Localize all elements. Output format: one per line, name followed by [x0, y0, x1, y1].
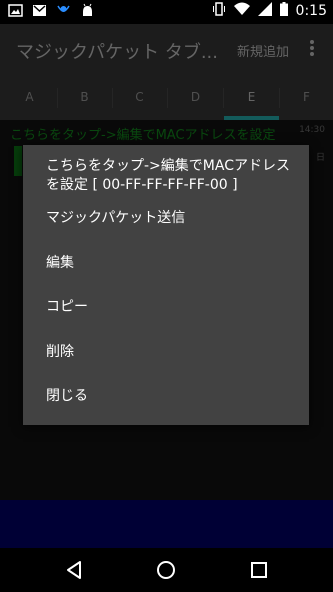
home-icon[interactable]	[155, 559, 177, 581]
copy-item[interactable]: コピー	[23, 284, 309, 328]
context-menu-dialog: こちらをタップ->編集でMACアドレスを設定 [ 00-FF-FF-FF-FF-…	[23, 145, 309, 425]
system-icons: 0:15	[212, 2, 327, 20]
clock: 0:15	[295, 3, 327, 19]
edit-item[interactable]: 編集	[23, 240, 309, 284]
android-notification-icon	[80, 3, 95, 18]
mail-notification-icon	[32, 3, 47, 18]
battery-icon	[279, 2, 288, 20]
menu-item-label: 閉じる	[46, 388, 88, 404]
close-item[interactable]: 閉じる	[23, 373, 309, 417]
recents-icon[interactable]	[248, 559, 270, 581]
wifi-icon	[233, 2, 250, 20]
menu-item-label: コピー	[46, 299, 88, 315]
menu-item-label: マジックパケット送信	[46, 210, 186, 226]
send-magic-packet-item[interactable]: マジックパケット送信	[23, 195, 309, 239]
navigation-bar	[0, 548, 333, 592]
notification-icons	[8, 3, 95, 18]
vibrate-icon	[212, 2, 226, 20]
delete-item[interactable]: 削除	[23, 329, 309, 373]
menu-item-label: 編集	[46, 255, 74, 271]
antenna-notification-icon	[56, 3, 71, 18]
dialog-title: こちらをタップ->編集でMACアドレスを設定 [ 00-FF-FF-FF-FF-…	[46, 158, 290, 193]
photo-notification-icon	[8, 3, 23, 18]
back-icon[interactable]	[63, 559, 85, 581]
menu-item-label: 削除	[46, 344, 74, 360]
signal-icon	[257, 2, 272, 20]
status-bar: 0:15	[0, 0, 333, 24]
